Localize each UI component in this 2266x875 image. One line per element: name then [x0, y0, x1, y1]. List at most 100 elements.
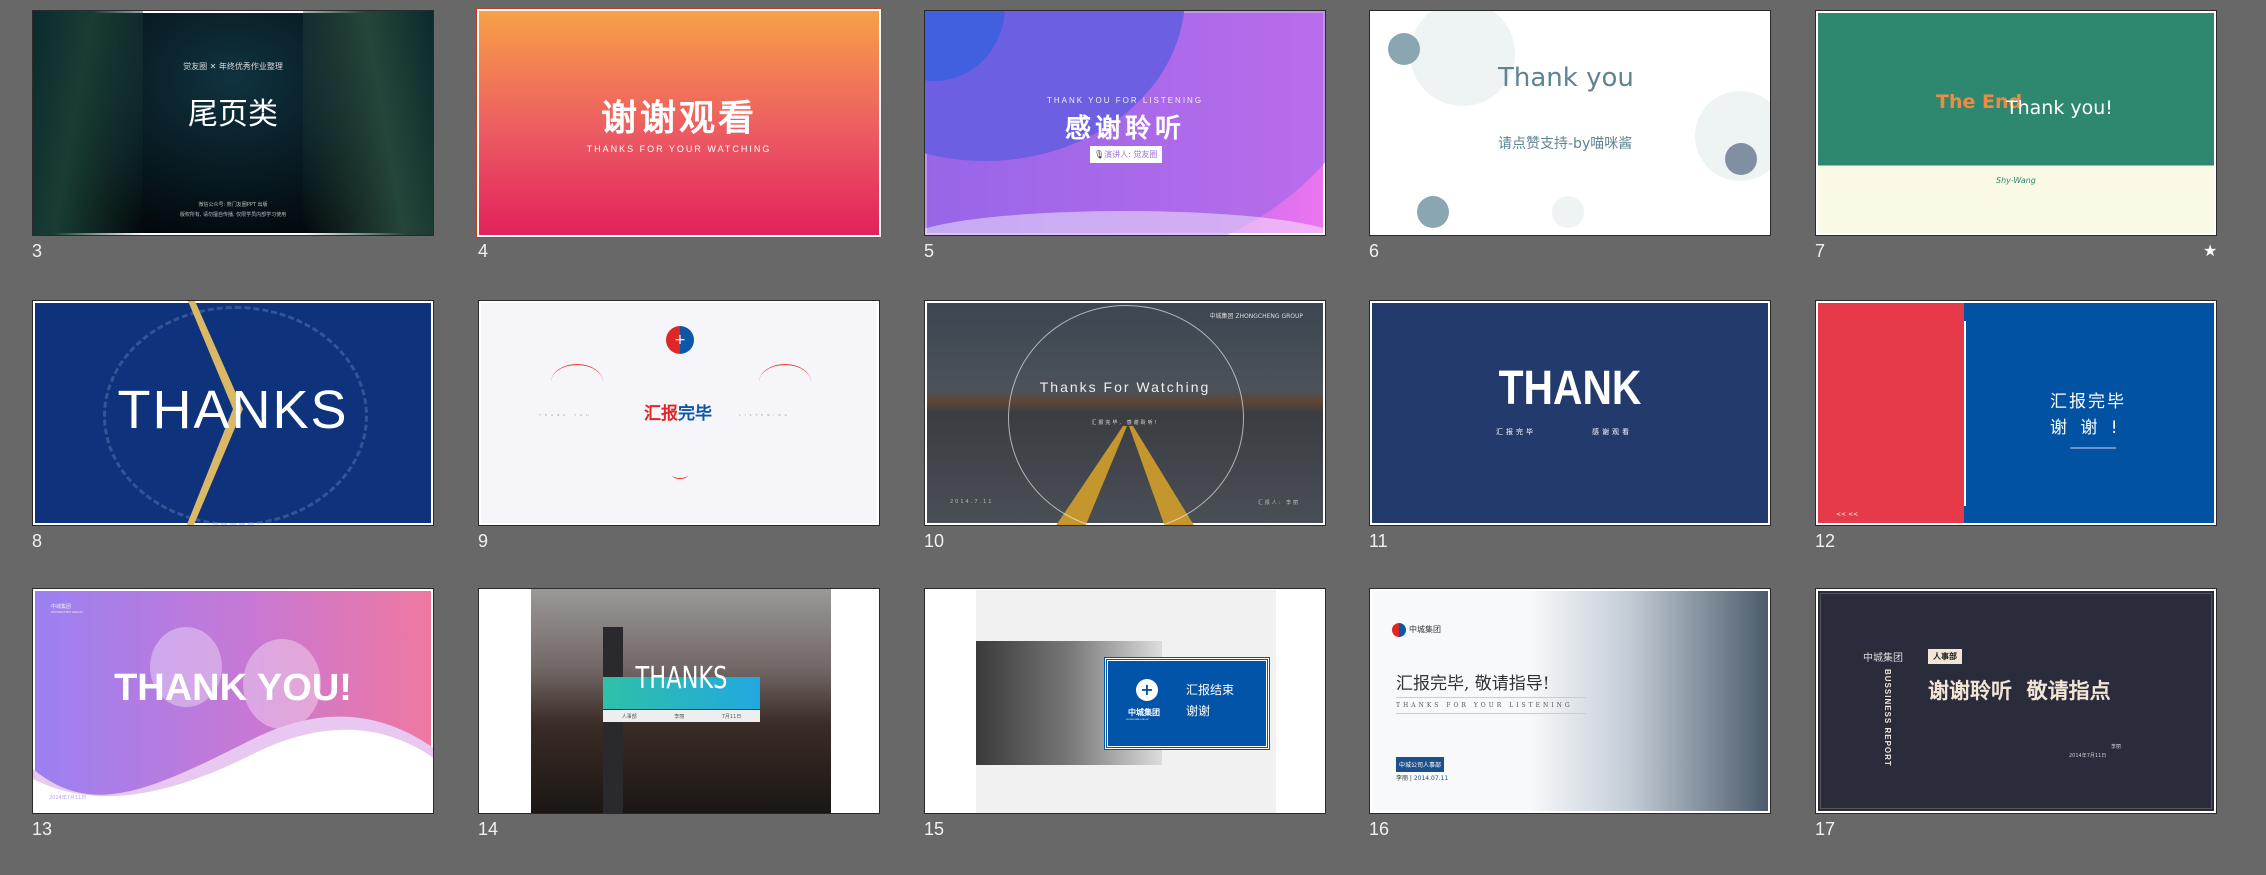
slide-number: 12: [1815, 531, 1836, 551]
slide-thumbnail-9[interactable]: + THANK YOU LISTENING 汇报完毕: [478, 300, 880, 526]
slide-title: 感谢聆听: [1064, 114, 1185, 144]
slide-title: Thanks For Watching: [1039, 379, 1211, 395]
author-line: 李丽 | 2014.07.11: [1396, 775, 1449, 782]
decor-text: LISTENING: [739, 413, 791, 417]
name-text: 李丽: [1396, 775, 1409, 782]
slide-number: 17: [1815, 819, 1836, 839]
microphone-icon: 🎙: [1094, 150, 1105, 159]
vertical-text: BUSSINESS REPORT: [1883, 669, 1892, 767]
slide-title: Thank you: [1498, 63, 1634, 93]
circle-decoration: [1552, 196, 1584, 228]
slide-subtitle: 汇报完毕: [1496, 428, 1536, 436]
divider: [1964, 321, 1966, 506]
circle-frame: [1008, 305, 1244, 525]
circle-decoration: [1725, 143, 1757, 175]
date-text: 2014.07.11: [1413, 775, 1449, 782]
slide-number: 3: [32, 241, 43, 261]
slide-title: THANKS: [117, 380, 349, 440]
brand-text: 中城集团: [1863, 653, 1903, 664]
decor-text: THANK YOU: [539, 413, 593, 417]
dept-text: 人事部: [621, 713, 637, 720]
logo-text-en: ZHONGCHENG GROUP: [1126, 719, 1149, 721]
slide-line: 版权所有, 请勿擅自传播, 仅限学员内部学习使用: [179, 212, 287, 218]
slide-number: 13: [32, 819, 53, 839]
signature: Shy-Wang: [1996, 176, 2036, 185]
slide-subtitle: THANK YOU FOR LISTENING: [1046, 96, 1204, 105]
arc-decoration: [759, 364, 811, 400]
slide-number: 11: [1369, 531, 1388, 551]
arrow-decoration: << <<: [1836, 511, 1859, 518]
slide-subtitle: THANKS FOR YOUR WATCHING: [586, 144, 772, 154]
company-logo: [1392, 623, 1406, 637]
slide-number: 9: [478, 531, 489, 551]
slide-thumbnail-10[interactable]: 中城集团 ZHONGCHENG GROUP Thanks For Watchin…: [924, 300, 1326, 526]
slide-number: 15: [924, 819, 945, 839]
slide-line: 谢 谢 !: [2050, 418, 2122, 438]
slide-line: 汇报结束: [1186, 683, 1235, 697]
slide-title-a: 汇报: [644, 404, 678, 424]
date-text: 2014.7.11: [950, 499, 994, 505]
dept-badge: 人事部: [1928, 649, 1962, 664]
slide-title: THANK: [1498, 362, 1642, 415]
slide-number: 14: [478, 819, 499, 839]
slide-number: 7: [1815, 241, 1826, 261]
slide-thumbnail-14[interactable]: THANKS 人事部 李丽 7月11日: [478, 588, 880, 814]
slide-number: 10: [924, 531, 945, 551]
date-text: 7月11日: [721, 713, 742, 720]
slide-thumbnail-16[interactable]: 中城集团 汇报完毕, 敬请指导! THANKS FOR YOUR LISTENI…: [1369, 588, 1771, 814]
brand-text: 中城集团: [1409, 625, 1441, 634]
slide-subtitle: 感谢观看: [1592, 428, 1632, 436]
slide-thumbnail-15[interactable]: + 中城集团 ZHONGCHENG GROUP 汇报结束 谢谢: [924, 588, 1326, 814]
slide-number: 4: [478, 241, 489, 261]
slide-thumbnail-8[interactable]: THANKS: [32, 300, 434, 526]
slide-thumbnail-5[interactable]: THANK YOU FOR LISTENING 感谢聆听 🎙演讲人: 觉友圈: [924, 10, 1326, 236]
slide-thumbnail-17[interactable]: 中城集团 人事部 BUSSINESS REPORT 谢谢聆听 敬请指点 李丽 2…: [1815, 588, 2217, 814]
info-bar: 人事部 李丽 7月11日: [603, 710, 760, 722]
slide-title: 汇报完毕, 敬请指导!: [1396, 674, 1550, 694]
name-text: 李丽: [2111, 744, 2122, 750]
brand-text-en: ZHONGCHEN GROUP: [51, 610, 83, 614]
slide-thumbnail-6[interactable]: Thank you 请点赞支持-by喵咪酱: [1369, 10, 1771, 236]
message-box: + 中城集团 ZHONGCHENG GROUP 汇报结束 谢谢: [1104, 657, 1270, 750]
slide-thumbnail-4[interactable]: 谢谢观看 THANKS FOR YOUR WATCHING: [476, 8, 882, 238]
slide-subtitle: THANKS FOR YOUR LISTENING: [1396, 697, 1586, 714]
slide-line: 汇报完毕: [2050, 392, 2126, 412]
brand-text: 中城集团 ZHONGCHENG GROUP: [1209, 313, 1303, 320]
slide-number: 16: [1369, 819, 1390, 839]
slide-thumbnail-7[interactable]: The End Thank you! Shy-Wang: [1815, 10, 2217, 236]
slide-title: 尾页类: [188, 97, 278, 132]
circle-decoration: [1417, 196, 1449, 228]
speaker-label: 演讲人: 觉友圈: [1104, 150, 1158, 159]
circle-decoration: [1388, 33, 1420, 65]
company-logo: +: [1136, 679, 1158, 701]
slide-title-b: 完毕: [678, 404, 712, 424]
slide-number: 6: [1369, 241, 1380, 261]
date-text: 2014年7月11日: [2069, 753, 2107, 759]
slide-title: 谢谢聆听 敬请指点: [1928, 679, 2111, 703]
logo-text: 中城集团: [1128, 708, 1160, 717]
slide-title: THANKS: [635, 661, 728, 696]
slide-thumbnail-3[interactable]: 觉友圈 ✕ 年终优秀作业整理 尾页类 微信公众号: 熊门友圈PPT 出版 版权所…: [32, 10, 434, 236]
reporter-text: 汇报人: 李丽: [1257, 500, 1300, 506]
slide-line: 微信公众号: 熊门友圈PPT 出版: [198, 202, 268, 208]
company-logo: +: [666, 326, 694, 354]
slide-subtitle: 汇报完毕, 感谢聆听!: [1091, 420, 1159, 426]
brand-text: 中城集团: [51, 604, 72, 610]
slide-title-b: Thank you!: [2006, 97, 2113, 119]
arc-decoration: [551, 364, 603, 400]
name-text: 李丽: [674, 713, 685, 720]
slide-line: 谢谢: [1186, 704, 1211, 718]
arc-decoration: [672, 471, 688, 479]
date-text: 2014年7月11日: [49, 795, 87, 801]
slide-top-text: 觉友圈 ✕ 年终优秀作业整理: [183, 62, 283, 71]
speaker-badge: 🎙演讲人: 觉友圈: [1090, 146, 1162, 163]
star-icon: ★: [2203, 241, 2218, 260]
slide-thumbnail-13[interactable]: 中城集团 ZHONGCHEN GROUP THANK YOU! 2014年7月1…: [32, 588, 434, 814]
slide-number: 8: [32, 531, 43, 551]
slide-title: THANK YOU!: [114, 667, 352, 709]
slide-thumbnail-12[interactable]: 汇报完毕 谢 谢 ! << <<: [1815, 300, 2217, 526]
slide-title: 谢谢观看: [600, 98, 757, 139]
slide-thumbnail-11[interactable]: THANK 汇报完毕 感谢观看: [1369, 300, 1771, 526]
divider: [2070, 447, 2116, 449]
dept-badge: 中城公司人事部: [1396, 757, 1445, 772]
